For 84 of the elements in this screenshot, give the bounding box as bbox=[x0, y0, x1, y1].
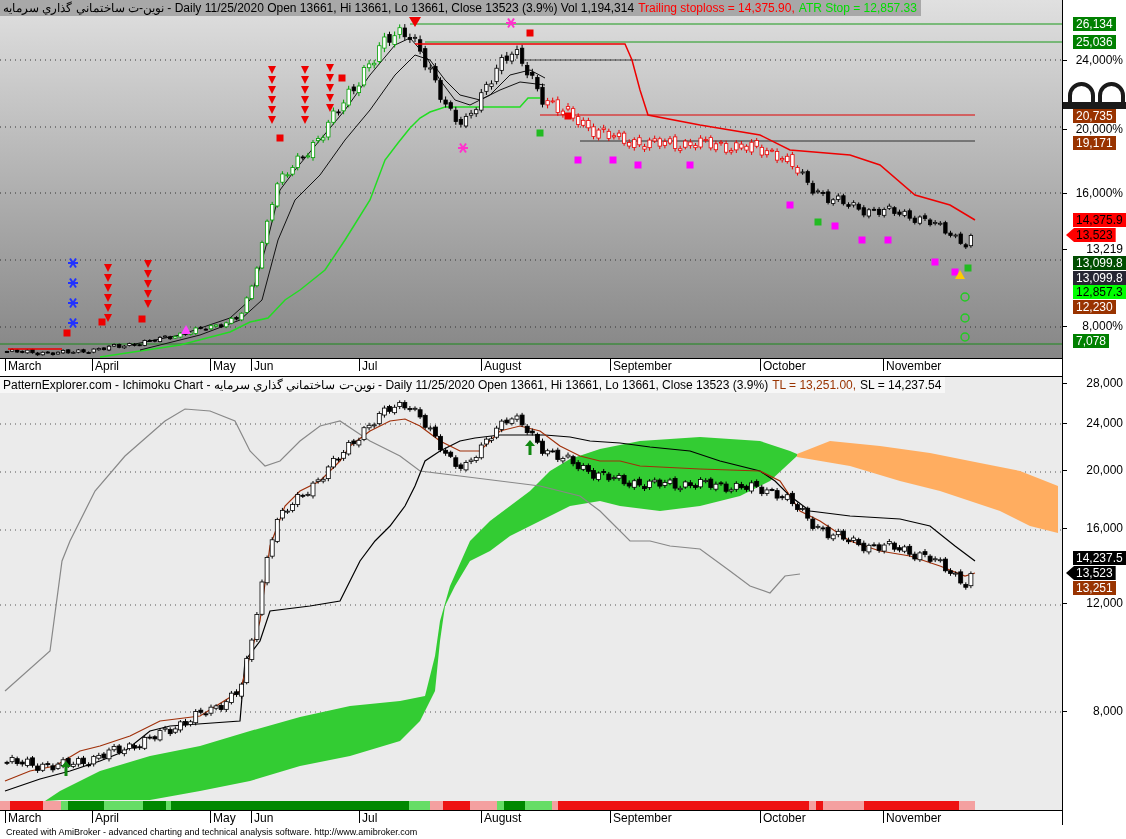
month-label: March bbox=[8, 359, 42, 373]
month-label: Jul bbox=[362, 359, 378, 373]
price-label: 26,134 bbox=[1073, 17, 1116, 31]
month-label: May bbox=[213, 359, 236, 373]
current-price-label: 13,523 bbox=[1066, 228, 1116, 242]
month-label: August bbox=[484, 359, 522, 373]
square-marker-icon bbox=[338, 74, 346, 82]
axis-tick-label: 16,000% bbox=[1075, 186, 1123, 200]
month-label: September bbox=[613, 359, 672, 373]
month-label: November bbox=[886, 811, 942, 825]
month-label: October bbox=[763, 811, 806, 825]
price-label: 14,237.5 bbox=[1073, 551, 1126, 565]
square-marker-icon bbox=[138, 315, 146, 323]
square-marker-icon bbox=[634, 161, 642, 169]
square-marker-icon bbox=[931, 258, 939, 266]
ring-icon bbox=[960, 292, 970, 302]
axis-tick-label: 20,000 bbox=[1086, 463, 1123, 477]
up-triangle-icon bbox=[955, 270, 965, 279]
chart-title: نوین-ت ساختماني گذاري سرمايه - Daily 11/25/2020 Open 13661, Hi 13661, Lo 13661, Close 13523 (3.9%) Vol 1,194,314 bbox=[3, 1, 635, 15]
month-label: March bbox=[8, 811, 42, 825]
axis-tick-label: 20,000% bbox=[1075, 122, 1123, 136]
month-label: November bbox=[886, 359, 942, 373]
axis-tick-label: 28,000 bbox=[1086, 376, 1123, 390]
square-marker-icon bbox=[63, 329, 71, 337]
asterisk-icon bbox=[505, 17, 517, 29]
chart-title: PatternExplorer.com - Ichimoku Chart - نوین-ت ساختماني گذاري سرمايه - Daily 11/25/2020 Open 13661, Hi 13661, Lo 13661, Close 13523 (3.9%) bbox=[3, 378, 769, 392]
trailing-stop-line bbox=[7, 348, 63, 350]
asterisk-icon bbox=[457, 142, 469, 154]
asterisk-icon bbox=[67, 297, 79, 309]
price-label: 19,171 bbox=[1073, 136, 1116, 150]
square-marker-icon bbox=[951, 268, 959, 276]
price-label: 13,251 bbox=[1073, 581, 1116, 595]
down-triangle-icon bbox=[409, 17, 421, 27]
axis-tick-label: 12,000 bbox=[1086, 596, 1123, 610]
axis-tick-label: 13,219 bbox=[1086, 242, 1123, 256]
indicator-readout: ATR Stop = 12,857.33 bbox=[798, 1, 917, 15]
axis-tick-label: 24,000% bbox=[1075, 53, 1123, 67]
price-label: 20,735 bbox=[1073, 109, 1116, 123]
month-label: September bbox=[613, 811, 672, 825]
axis-tick-label: 8,000 bbox=[1092, 704, 1123, 718]
price-label: 13,099.8 bbox=[1073, 271, 1126, 285]
square-marker-icon bbox=[526, 29, 534, 37]
axis-tick-label: 8,000% bbox=[1082, 319, 1123, 333]
month-label: April bbox=[95, 811, 119, 825]
asterisk-icon bbox=[67, 257, 79, 269]
price-label: 12,857.3 bbox=[1073, 285, 1126, 299]
month-label: October bbox=[763, 359, 806, 373]
square-marker-icon bbox=[814, 218, 822, 226]
square-marker-icon bbox=[276, 134, 284, 142]
square-marker-icon bbox=[831, 222, 839, 230]
price-label: 13,099.8 bbox=[1073, 256, 1126, 270]
square-marker-icon bbox=[964, 264, 972, 272]
indicator-readout: TL = 13,251.00, bbox=[772, 378, 857, 392]
up-triangle-icon bbox=[181, 325, 191, 334]
month-label: April bbox=[95, 359, 119, 373]
price-label: 12,230 bbox=[1073, 300, 1116, 314]
month-label: May bbox=[213, 811, 236, 825]
month-label: Jun bbox=[254, 811, 274, 825]
month-label: Jul bbox=[362, 811, 378, 825]
square-marker-icon bbox=[536, 129, 544, 137]
square-marker-icon bbox=[574, 156, 582, 164]
price-label: 25,036 bbox=[1073, 35, 1116, 49]
square-marker-icon bbox=[98, 318, 106, 326]
current-price-label: 13,523 bbox=[1066, 566, 1116, 580]
asterisk-icon bbox=[67, 277, 79, 289]
month-label: Jun bbox=[254, 359, 274, 373]
asterisk-icon bbox=[67, 317, 79, 329]
square-marker-icon bbox=[884, 236, 892, 244]
month-label: August bbox=[484, 811, 522, 825]
square-marker-icon bbox=[609, 156, 617, 164]
up-arrow-icon bbox=[61, 761, 71, 776]
footer-credit: Created with AmiBroker - advanced charting and technical analysis software. http://www.amibroker.com bbox=[6, 826, 418, 838]
axis-tick-label: 24,000 bbox=[1086, 416, 1123, 430]
square-marker-icon bbox=[858, 236, 866, 244]
indicator-readout: Trailing stoploss = 14,375.90, bbox=[638, 1, 795, 15]
square-marker-icon bbox=[564, 112, 572, 120]
price-label: 14,375.9 bbox=[1073, 213, 1126, 227]
arches-drawing bbox=[1063, 80, 1126, 110]
square-marker-icon bbox=[686, 161, 694, 169]
up-arrow-icon bbox=[525, 440, 535, 455]
price-label: 7,078 bbox=[1073, 334, 1110, 348]
square-marker-icon bbox=[786, 201, 794, 209]
axis-tick-label: 16,000 bbox=[1086, 521, 1123, 535]
indicator-readout: SL = 14,237.54 bbox=[860, 378, 942, 392]
